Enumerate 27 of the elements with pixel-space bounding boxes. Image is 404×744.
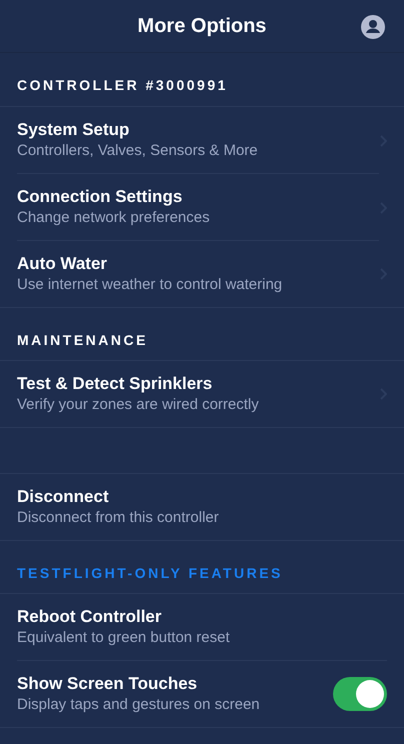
row-subtitle: Controllers, Valves, Sensors & More — [17, 141, 259, 161]
row-subtitle: Use internet weather to control watering — [17, 275, 284, 295]
screen-title: More Options — [138, 14, 266, 39]
settings-row[interactable]: Show Screen Touches Display taps and gestures on screen — [0, 661, 404, 728]
row-title: System Setup — [17, 119, 130, 141]
settings-row[interactable]: Test & Detect Sprinklers Verify your zones are wired correctly — [0, 361, 404, 428]
row-subtitle: Equivalent to green button reset — [17, 628, 231, 648]
row-subtitle: Disconnect from this controller — [17, 508, 220, 528]
settings-row[interactable]: Auto Water Use internet weather to control watering — [0, 241, 404, 308]
row-title: Disconnect — [17, 486, 110, 508]
row-subtitle: Display taps and gestures on screen — [17, 695, 261, 715]
row-subtitle: Verify your zones are wired correctly — [17, 395, 260, 415]
settings-row[interactable]: Disconnect Disconnect from this controller — [0, 474, 404, 541]
settings-row[interactable]: System Setup Controllers, Valves, Sensors & More — [0, 107, 404, 174]
row-title: Auto Water — [17, 253, 108, 275]
settings-row[interactable]: Connection Settings Change network preferences — [0, 174, 404, 241]
row-title: Show Screen Touches — [17, 673, 198, 695]
section-heading: MAINTENANCE — [17, 331, 148, 350]
row-title: Reboot Controller — [17, 606, 162, 628]
row-subtitle: Change network preferences — [17, 208, 211, 228]
account-icon[interactable] — [361, 15, 385, 39]
settings-row[interactable]: Reboot Controller Equivalent to green button reset — [0, 594, 404, 661]
section-heading: TESTFLIGHT-ONLY FEATURES — [17, 564, 283, 583]
row-title: Connection Settings — [17, 186, 184, 208]
section-heading: CONTROLLER #3000991 — [17, 76, 228, 95]
toggle-switch[interactable] — [333, 677, 387, 711]
row-title: Test & Detect Sprinklers — [17, 373, 214, 395]
